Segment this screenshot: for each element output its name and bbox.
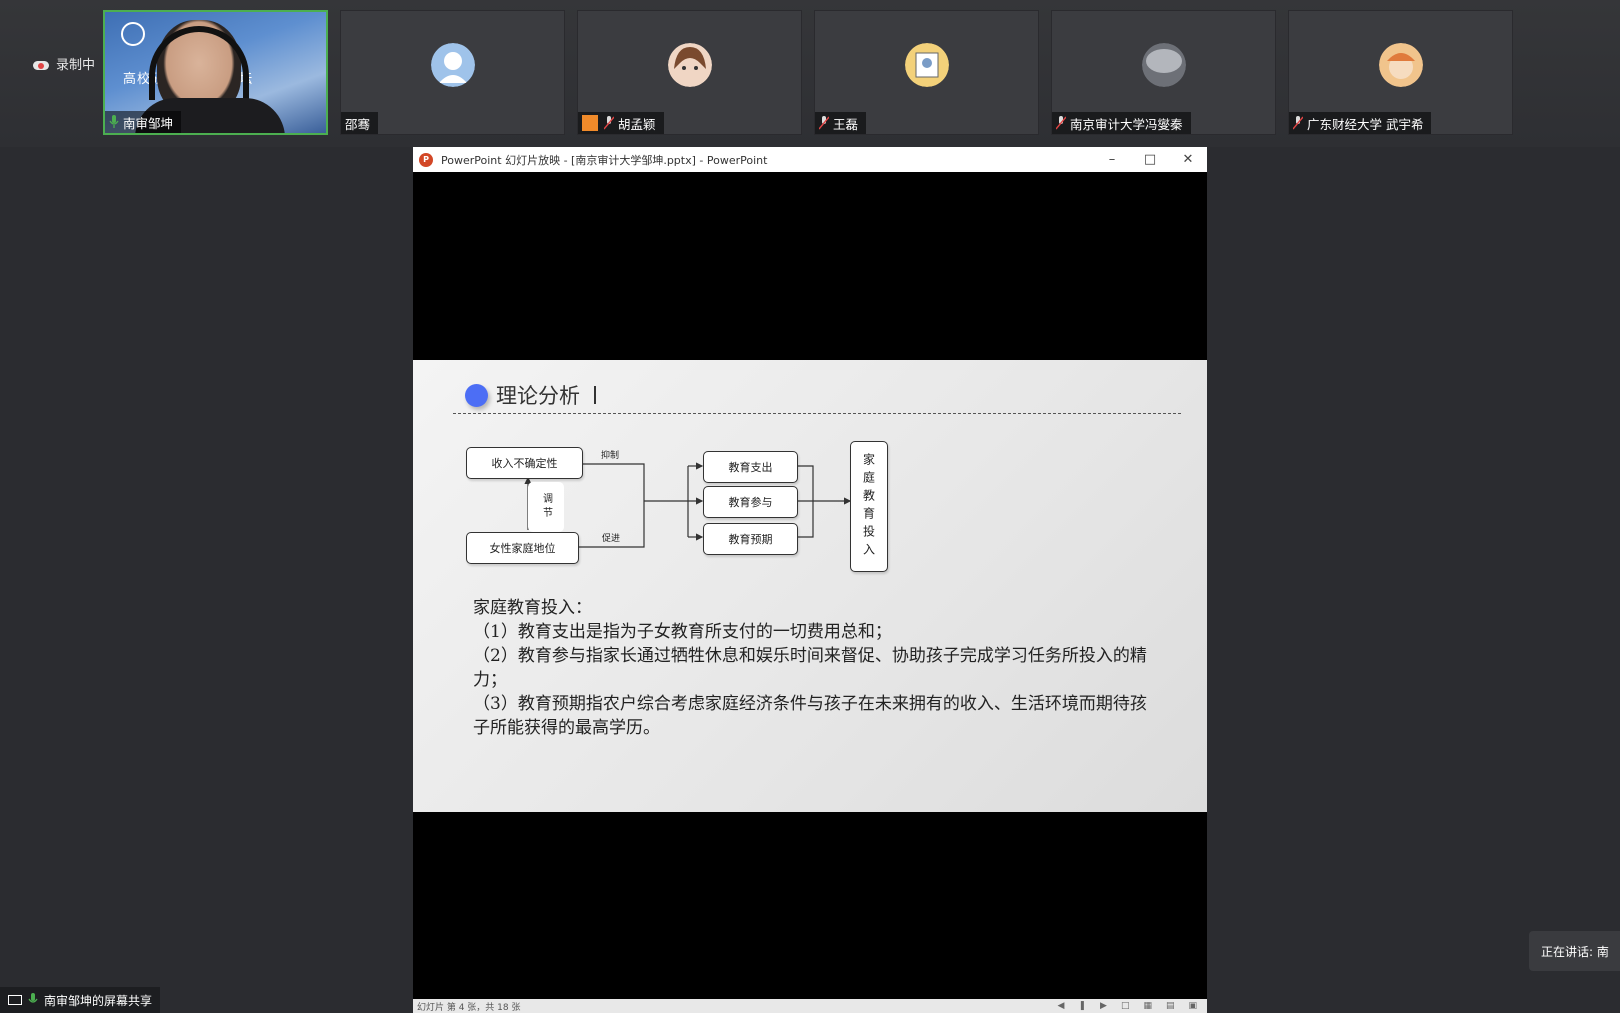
participant-tile-2[interactable]: 邵骞 — [340, 10, 565, 135]
participant-tile-6[interactable]: 广东财经大学 武宇希 — [1288, 10, 1513, 135]
diagram-box-expect: 教育预期 — [703, 523, 798, 555]
participant-label: 胡孟颖 — [578, 112, 664, 134]
prev-icon[interactable]: ◀ — [1058, 1001, 1065, 1011]
mic-muted-icon — [604, 116, 614, 130]
participant-label: 邵骞 — [341, 112, 379, 134]
close-icon[interactable]: ✕ — [1169, 152, 1207, 167]
participant-label: 王磊 — [815, 112, 867, 134]
diagram-box-invest: 家庭教育投入 — [850, 441, 888, 572]
maximize-icon[interactable]: □ — [1131, 152, 1169, 167]
mic-muted-icon — [1293, 116, 1303, 130]
video-off-icon — [582, 115, 598, 131]
reading-view-icon[interactable]: ▤ — [1166, 1001, 1175, 1011]
avatar — [1141, 43, 1186, 87]
recording-indicator[interactable]: 录制中 — [32, 54, 95, 73]
slide-body-text: 家庭教育投入： （1）教育支出是指为子女教育所支付的一切费用总和； （2）教育参… — [473, 596, 1153, 740]
mic-muted-icon — [1056, 116, 1066, 130]
participant-tile-4[interactable]: 王磊 — [814, 10, 1039, 135]
diagram-box-spend: 教育支出 — [703, 451, 798, 483]
minimize-icon[interactable]: – — [1093, 152, 1131, 167]
participant-strip: 录制中 高校研 ）论坛 南审邹坤 邵骞 — [0, 0, 1620, 147]
slide-counter: 幻灯片 第 4 张，共 18 张 — [417, 1002, 521, 1013]
logo-icon — [121, 22, 145, 46]
speaking-indicator: 正在讲话: 南 — [1529, 931, 1620, 971]
diagram-box-income: 收入不确定性 — [466, 447, 583, 479]
participant-tile-1[interactable]: 高校研 ）论坛 南审邹坤 — [103, 10, 328, 135]
ppt-statusbar: 幻灯片 第 4 张，共 18 张 ◀ ❚ ▶ □ ▦ ▤ ▣ — [413, 999, 1207, 1013]
participant-label: 南京审计大学冯燮秦 — [1052, 112, 1191, 134]
slideshow-view-icon[interactable]: ▣ — [1188, 1001, 1197, 1011]
body-line: 家庭教育投入： — [473, 598, 592, 618]
window-title: PowerPoint 幻灯片放映 - [南京审计大学邹坤.pptx] - Pow… — [441, 153, 768, 167]
next-icon[interactable]: ▶ — [1100, 1001, 1107, 1011]
body-line: （2）教育参与指家长通过牺牲休息和娱乐时间来督促、协助孩子完成学习任务所投入的精… — [473, 646, 1147, 690]
mic-active-icon — [28, 993, 38, 1003]
mic-active-icon — [109, 115, 119, 128]
normal-view-icon[interactable]: □ — [1121, 1001, 1130, 1011]
powerpoint-icon: P — [419, 152, 433, 167]
recording-label: 录制中 — [56, 58, 96, 73]
pause-icon[interactable]: ❚ — [1078, 1001, 1086, 1011]
grid-view-icon[interactable]: ▦ — [1143, 1001, 1152, 1011]
screen-share-icon — [8, 995, 22, 1005]
diagram-box-female: 女性家庭地位 — [466, 532, 579, 564]
body-line: （1）教育支出是指为子女教育所支付的一切费用总和； — [473, 622, 892, 642]
participant-tile-3[interactable]: 胡孟颖 — [577, 10, 802, 135]
participant-label: 广东财经大学 武宇希 — [1289, 112, 1432, 134]
screen-share-indicator[interactable]: 南审邹坤的屏幕共享 — [0, 987, 161, 1013]
diagram-label-suppress: 抑制 — [601, 451, 620, 461]
slide: 理论分析 收入不确定性 女性家庭地位 调节 抑制 促进 教育支出 教育参与 教育… — [413, 360, 1207, 812]
share-label: 南审邹坤的屏幕共享 — [44, 993, 153, 1008]
diagram-box-participate: 教育参与 — [703, 486, 798, 518]
avatar — [904, 43, 949, 87]
participant-label: 南审邹坤 — [105, 111, 182, 133]
body-line: （3）教育预期指农户综合考虑家庭经济条件与孩子在未来拥有的收入、生活环境而期待孩… — [473, 694, 1147, 738]
avatar — [667, 43, 712, 87]
avatar — [430, 43, 475, 87]
diagram-label-regulate: 调节 — [528, 482, 564, 532]
avatar — [1378, 43, 1423, 87]
window-titlebar[interactable]: P PowerPoint 幻灯片放映 - [南京审计大学邹坤.pptx] - P… — [413, 147, 1207, 172]
powerpoint-window[interactable]: P PowerPoint 幻灯片放映 - [南京审计大学邹坤.pptx] - P… — [413, 147, 1207, 1013]
diagram-label-promote: 促进 — [602, 534, 621, 544]
cloud-record-icon — [32, 58, 50, 70]
participant-tile-5[interactable]: 南京审计大学冯燮秦 — [1051, 10, 1276, 135]
mic-muted-icon — [819, 116, 829, 130]
